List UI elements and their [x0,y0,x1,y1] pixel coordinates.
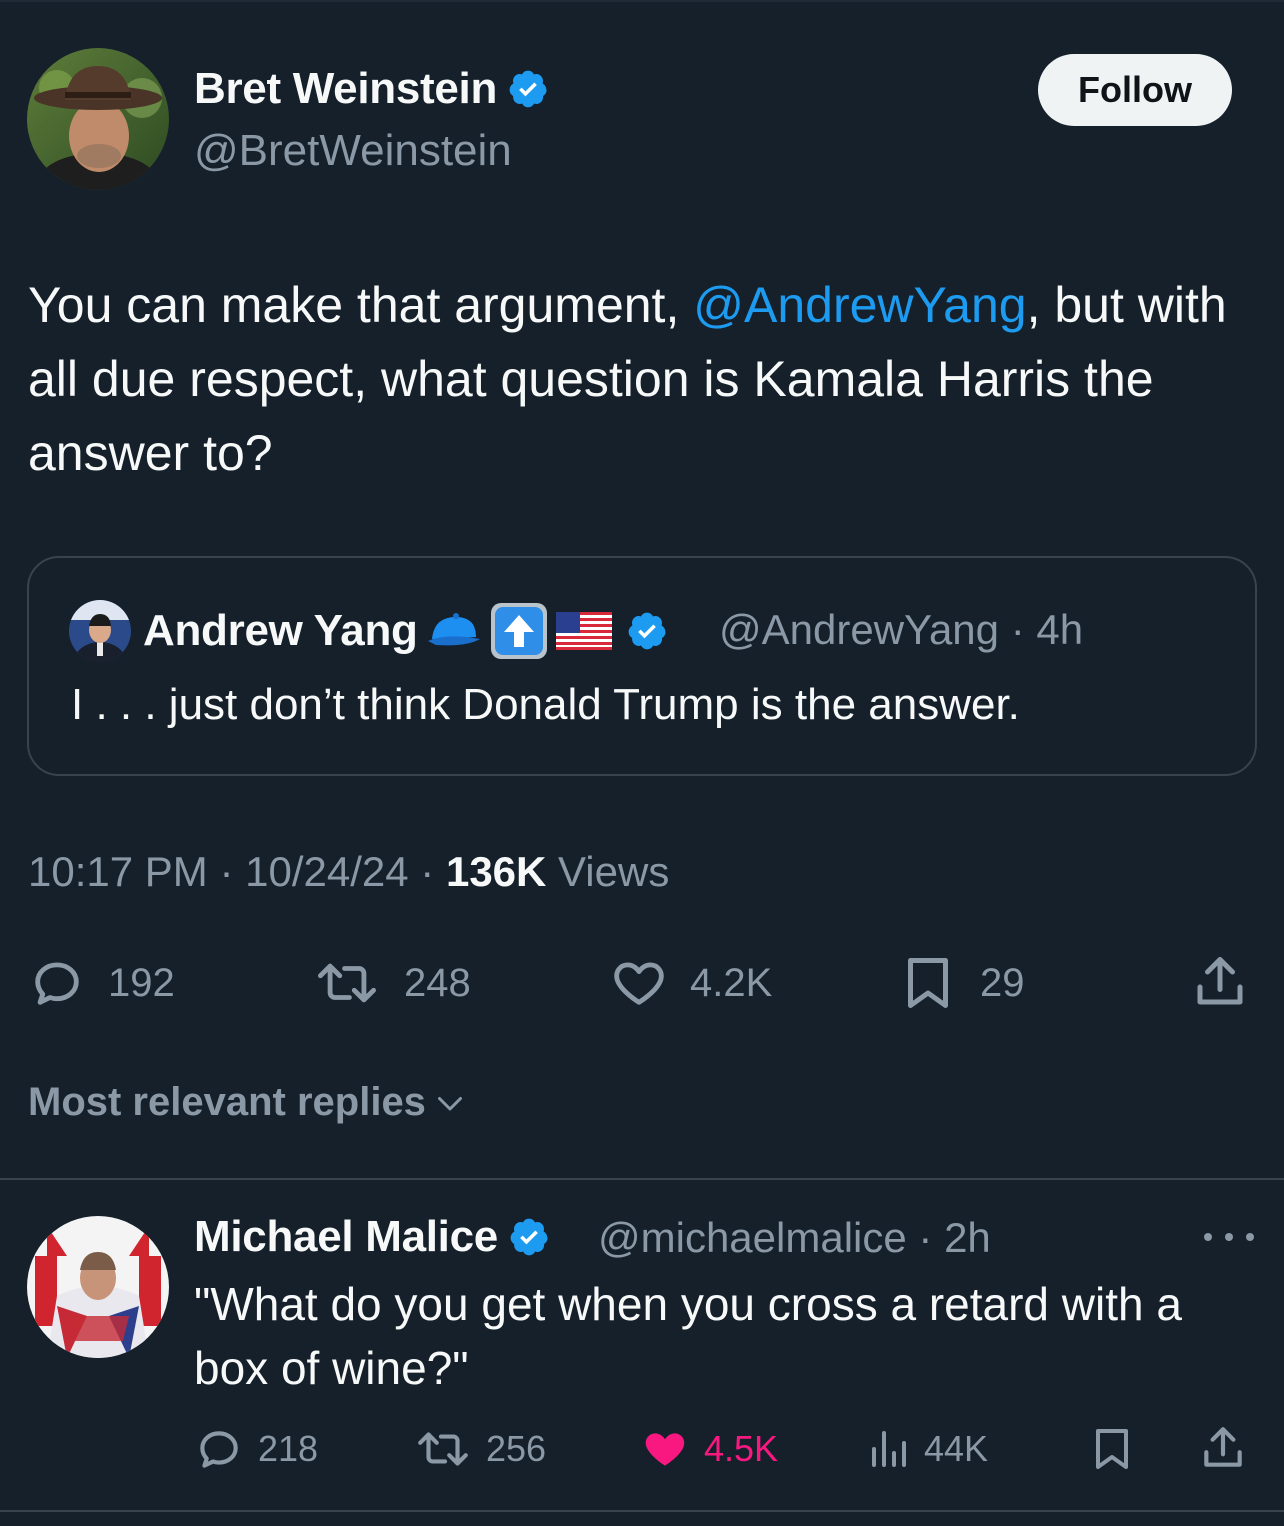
mention-link[interactable]: @AndrewYang [693,277,1026,333]
us-flag-emoji-icon [555,612,612,650]
quote-author-handle[interactable]: @AndrewYang [719,606,999,653]
andrew-yang-avatar [69,600,131,662]
divider [0,1510,1284,1512]
verified-badge-icon [628,612,666,650]
views-label: Views [558,848,670,895]
michael-malice-avatar[interactable] [27,1216,169,1358]
verified-badge-icon [509,70,547,108]
top-border [0,0,1284,2]
reply-button[interactable]: 192 [28,954,175,1012]
tweet-text-before: You can make that argument, [28,277,694,333]
author-name-text[interactable]: Bret Weinstein [194,64,497,114]
author-name[interactable]: Bret Weinstein [194,64,549,114]
reply-author-name[interactable]: Michael Malice [194,1212,550,1262]
bookmark-icon [908,958,948,1008]
tweet-detail-page: Bret Weinstein @BretWeinstein Follow You… [0,0,1284,1526]
bookmark-count: 29 [980,960,1025,1005]
repost-button[interactable]: 248 [312,954,471,1012]
reply-author-handle[interactable]: @michaelmalice [598,1214,907,1261]
quote-time[interactable]: 4h [1036,606,1083,653]
tweet-time[interactable]: 10:17 PM [28,848,208,895]
quote-author-name[interactable]: Andrew Yang [143,602,668,660]
tweet-text: You can make that argument, @AndrewYang,… [28,268,1258,490]
quote-tweet-card[interactable]: Andrew Yang @AndrewYang · 4h I . . . jus… [27,556,1257,776]
reply-time[interactable]: 2h [944,1214,991,1261]
reply-count: 192 [108,960,175,1005]
reply-text: "What do you get when you cross a retard… [194,1278,1182,1394]
more-dot [1204,1233,1212,1241]
more-icon[interactable] [1204,1222,1254,1252]
share-button[interactable] [1190,952,1250,1012]
reply-author-name-text[interactable]: Michael Malice [194,1212,498,1262]
like-count: 4.2K [690,960,773,1005]
bret-weinstein-avatar[interactable] [27,48,169,190]
bookmark-icon [1096,1429,1128,1469]
views-icon [872,1431,906,1467]
author-handle[interactable]: @BretWeinstein [194,126,512,176]
reply-icon [35,962,79,1005]
separator-dot: · [420,848,435,895]
views-count: 136K [445,848,547,895]
replies-sort-dropdown[interactable]: Most relevant replies [28,1080,468,1125]
share-icon [1197,957,1243,1005]
reply-actions: 218 256 4.5K 44K [0,1420,1284,1476]
up-arrow-emoji-icon [490,602,548,660]
quote-text: I . . . just don’t think Donald Trump is… [71,680,1020,729]
repost-icon [418,1432,468,1466]
reply-share-button[interactable] [1198,1422,1248,1474]
separator-dot: · [219,848,234,895]
follow-button[interactable]: Follow [1038,54,1232,126]
divider [0,1178,1284,1180]
reply-icon [200,1431,238,1468]
cap-emoji-icon [426,611,482,651]
reply-like-button[interactable]: 4.5K [640,1424,778,1474]
repost-count: 248 [404,960,471,1005]
verified-badge-icon [510,1218,548,1256]
share-icon [1204,1427,1242,1467]
tweet-date[interactable]: 10/24/24 [245,848,409,895]
like-button[interactable]: 4.2K [610,954,772,1012]
tweet-actions: 192 248 4.2K 29 [0,950,1284,1014]
reply-bookmark-button[interactable] [1088,1422,1136,1476]
more-dot [1225,1233,1233,1241]
replies-sort-label[interactable]: Most relevant replies [28,1080,426,1125]
separator-dot: · [918,1214,933,1261]
reply-meta: @michaelmalice · 2h [598,1214,991,1262]
heart-icon [645,1433,685,1466]
quote-meta: @AndrewYang · 4h [719,606,1083,654]
tweet-meta: 10:17 PM · 10/24/24 · 136K Views [28,848,669,896]
reply-like-count: 4.5K [704,1428,779,1469]
repost-icon [318,963,377,1003]
heart-icon [614,962,664,1005]
reply-views-count: 44K [924,1428,989,1469]
separator-dot: · [1010,606,1025,653]
chevron-down-icon [437,1096,462,1110]
quote-author-name-text[interactable]: Andrew Yang [143,606,418,656]
reply-reply-count: 218 [258,1428,319,1469]
more-dot [1246,1233,1254,1241]
reply-repost-button[interactable]: 256 [414,1424,546,1474]
reply-views-button[interactable]: 44K [866,1424,988,1474]
bookmark-button[interactable]: 29 [898,952,1025,1014]
reply-repost-count: 256 [486,1428,547,1469]
reply-reply-button[interactable]: 218 [194,1424,318,1474]
